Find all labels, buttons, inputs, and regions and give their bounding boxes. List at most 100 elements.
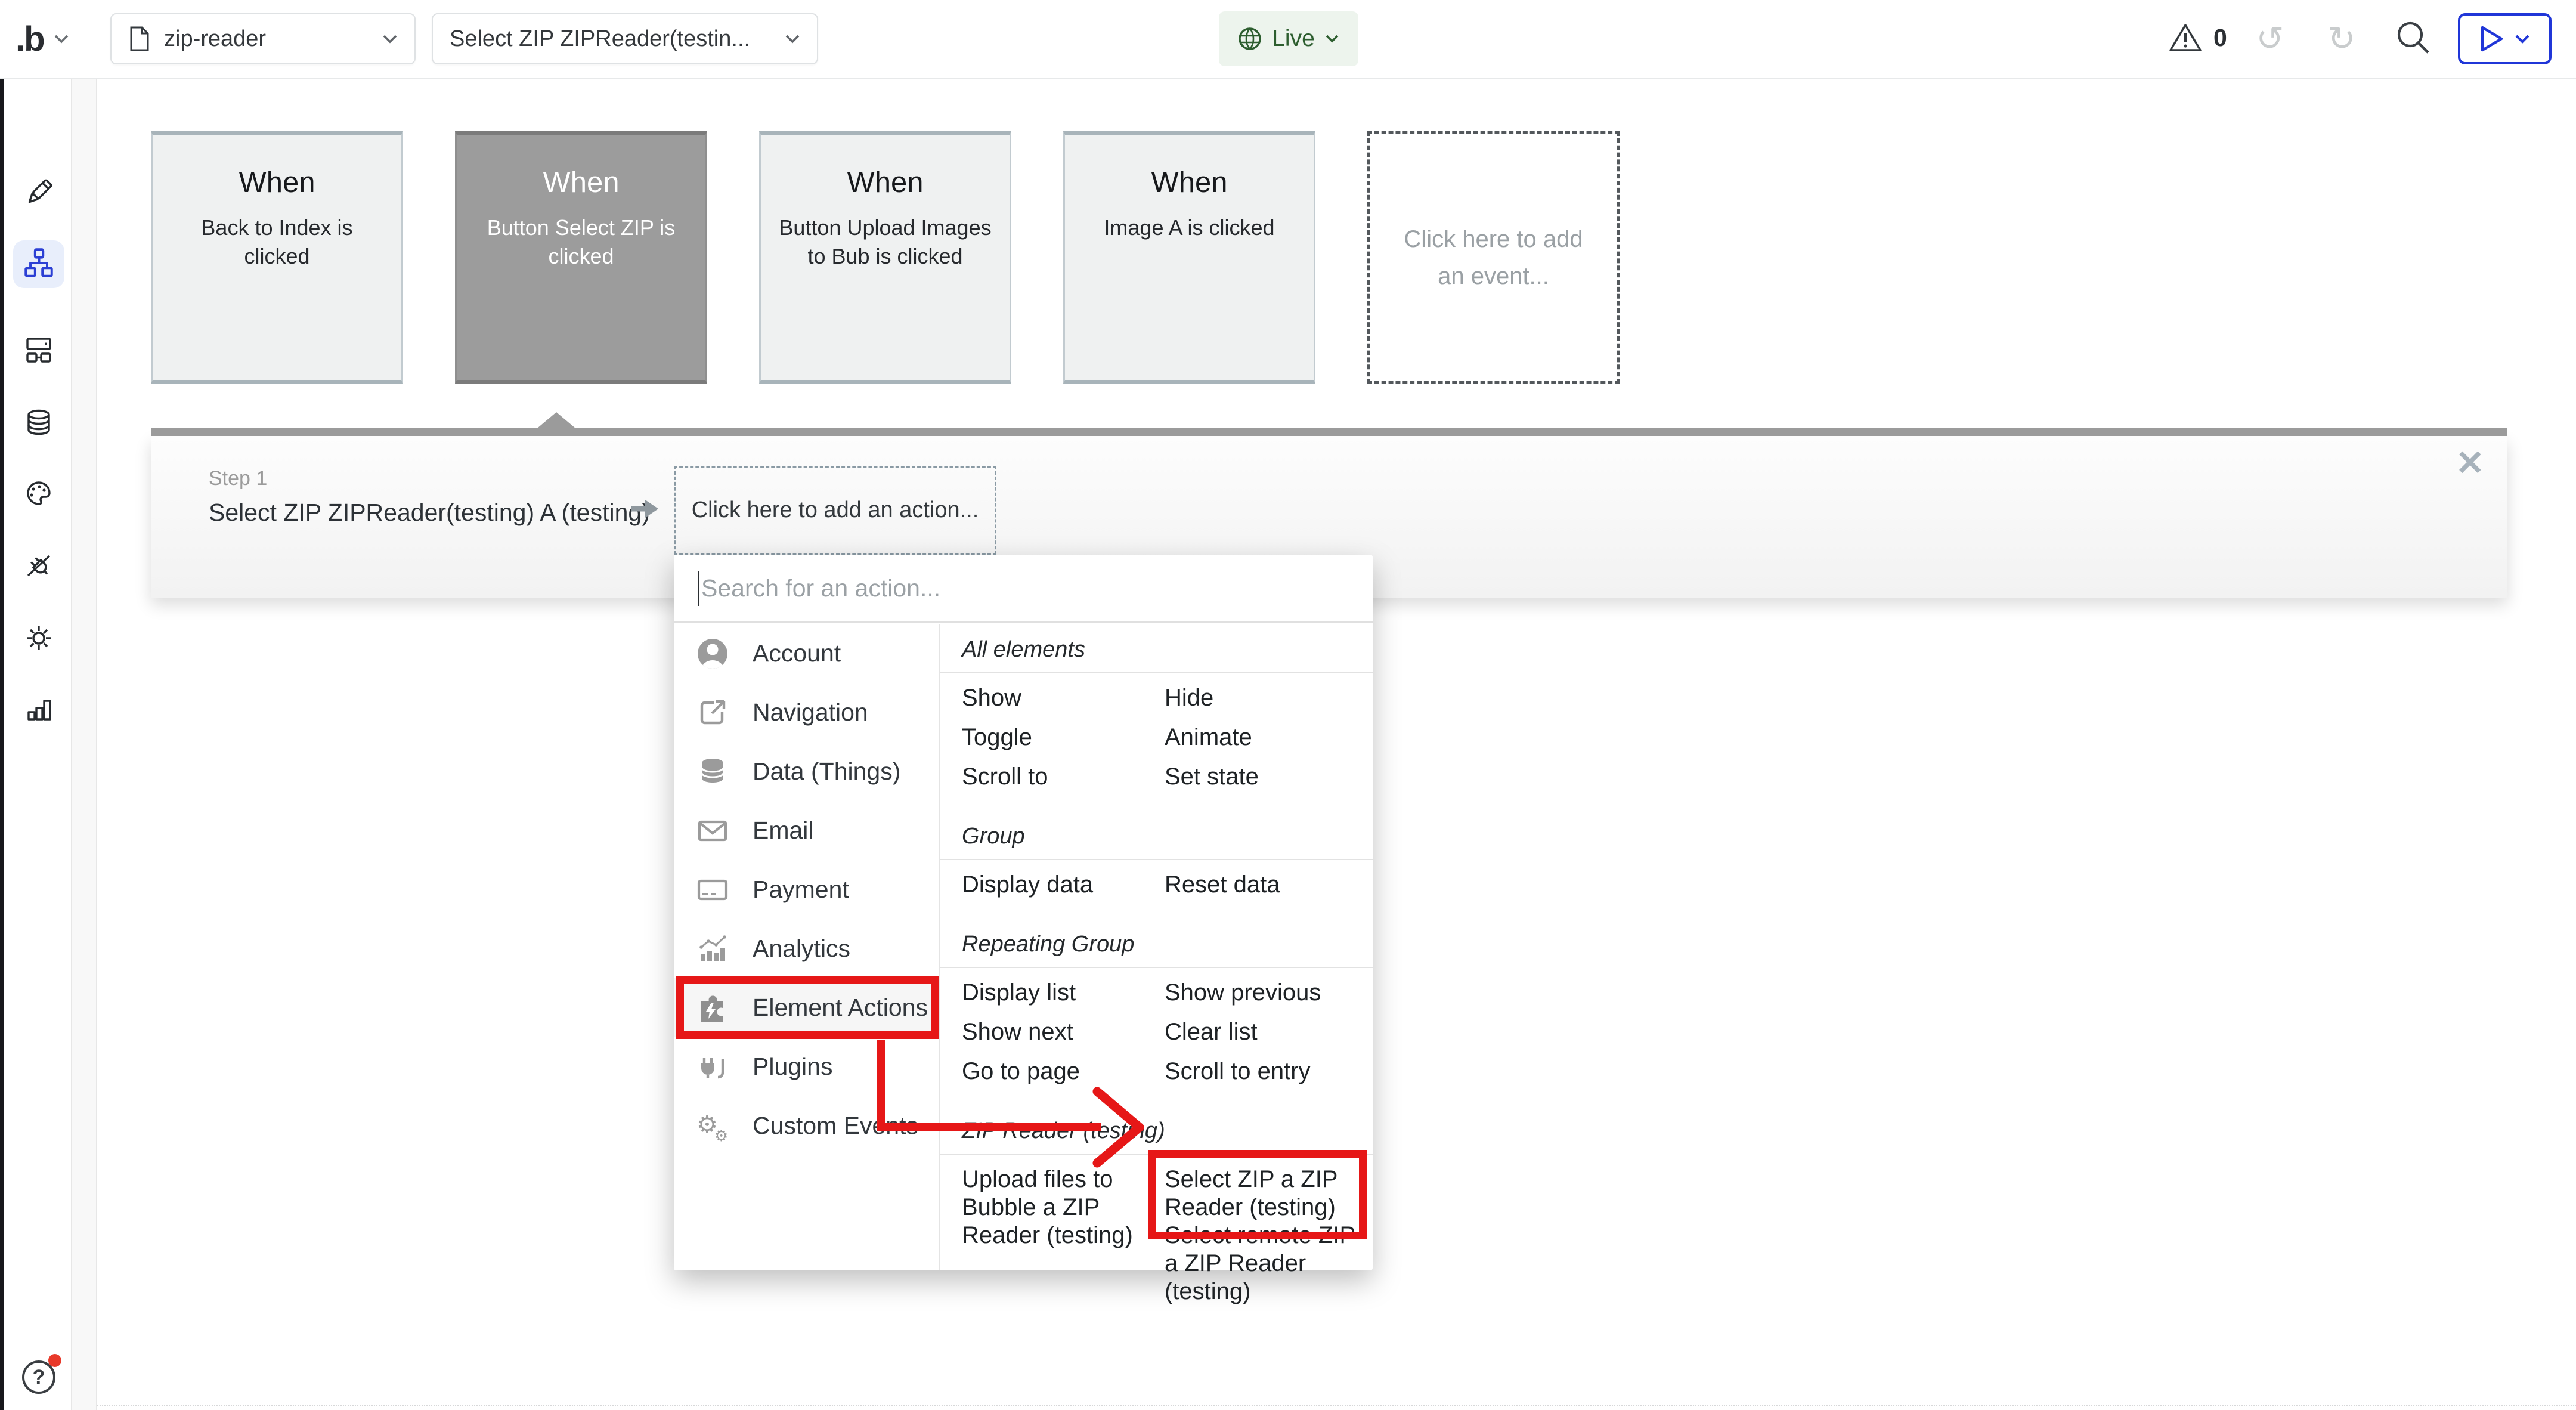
action-item[interactable]: Go to page: [962, 1052, 1165, 1091]
event-subtitle: Image A is clicked: [1065, 214, 1314, 242]
page-selector-value: zip-reader: [164, 26, 369, 52]
search-icon: [2394, 18, 2433, 57]
action-item[interactable]: Animate: [1165, 718, 1373, 757]
collapsed-panel-strip: [71, 78, 97, 1410]
category-label: Email: [753, 817, 814, 845]
workflow-selector-value: Select ZIP ZIPReader(testin...: [450, 26, 772, 52]
category-element-actions[interactable]: Element Actions: [674, 978, 939, 1037]
category-label: Payment: [753, 876, 849, 904]
event-card[interactable]: When Image A is clicked: [1063, 131, 1315, 384]
action-item-select-remote-zip[interactable]: Select remote ZIP a ZIP Reader (testing): [1165, 1222, 1361, 1306]
action-list: All elements Show Hide Toggle Animate Sc…: [940, 624, 1373, 1309]
close-panel-button[interactable]: ✕: [2456, 443, 2485, 483]
event-card[interactable]: When Back to Index is clicked: [151, 131, 403, 384]
action-item[interactable]: Display list: [962, 973, 1165, 1012]
chevron-down-icon: [382, 34, 398, 44]
category-account[interactable]: Account: [674, 624, 939, 683]
app-menu-button[interactable]: .b: [16, 13, 69, 64]
category-navigation[interactable]: Navigation: [674, 683, 939, 742]
category-label: Plugins: [753, 1053, 832, 1081]
user-icon: [695, 636, 730, 671]
category-plugins[interactable]: Plugins: [674, 1037, 939, 1096]
event-subtitle: Back to Index is clicked: [153, 214, 401, 271]
pencil-icon: [22, 176, 55, 209]
sidebar-item-responsive[interactable]: [18, 329, 60, 371]
issues-indicator[interactable]: 0: [2168, 21, 2227, 54]
sidebar-item-data[interactable]: [18, 402, 60, 444]
action-item[interactable]: Scroll to entry: [1165, 1052, 1373, 1091]
sidebar-item-plugins[interactable]: [18, 545, 60, 586]
sidebar-item-styles[interactable]: [18, 472, 60, 514]
event-title: When: [457, 166, 705, 199]
action-item[interactable]: Hide: [1165, 678, 1373, 718]
action-item[interactable]: Display data: [962, 865, 1165, 904]
category-payment[interactable]: Payment: [674, 860, 939, 919]
panel-scrollbar[interactable]: [151, 428, 2507, 436]
action-item-select-zip[interactable]: Select ZIP a ZIP Reader (testing): [1165, 1165, 1346, 1222]
category-label: Analytics: [753, 935, 850, 963]
step-title[interactable]: Select ZIP ZIPReader(testing) A (testing…: [209, 499, 650, 527]
puzzle-icon: [695, 991, 730, 1025]
undo-icon: ↺: [2256, 19, 2284, 58]
event-card[interactable]: When Button Upload Images to Bub is clic…: [759, 131, 1011, 384]
event-subtitle: Button Select ZIP is clicked: [457, 214, 705, 271]
redo-button[interactable]: ↻: [2321, 13, 2363, 64]
add-action-label: Click here to add an action...: [692, 497, 979, 523]
bubble-logo: .b: [16, 19, 44, 59]
sidebar-item-workflow[interactable]: [18, 242, 60, 284]
environment-selector[interactable]: Live: [1219, 11, 1358, 66]
issues-count: 0: [2213, 24, 2227, 52]
svg-text:⚙: ⚙: [714, 1127, 728, 1142]
category-analytics[interactable]: Analytics: [674, 919, 939, 978]
action-item[interactable]: Toggle: [962, 718, 1165, 757]
category-label: Account: [753, 639, 841, 667]
responsive-icon: [22, 333, 55, 367]
database-icon: [695, 755, 730, 789]
bottom-edge: [33, 1405, 2576, 1406]
action-item[interactable]: Show: [962, 678, 1165, 718]
action-search-input[interactable]: [674, 555, 1373, 623]
sidebar-item-logs[interactable]: [18, 688, 60, 729]
action-item[interactable]: Set state: [1165, 757, 1373, 796]
chevron-down-icon: [54, 34, 69, 44]
workflow-selector-dropdown[interactable]: Select ZIP ZIPReader(testin...: [432, 13, 818, 64]
preview-run-button[interactable]: [2458, 13, 2552, 64]
envelope-icon: [695, 814, 730, 848]
mode-sidebar: ?: [4, 78, 71, 1410]
credit-card-icon: [695, 873, 730, 907]
chevron-down-icon: [1324, 34, 1340, 44]
workflow-icon: [21, 246, 56, 280]
category-custom-events[interactable]: ⚙ ⚙ Custom Events: [674, 1096, 939, 1155]
plug-icon: [695, 1050, 730, 1084]
window-edge: [0, 78, 4, 1410]
chart-icon: [22, 692, 55, 725]
search-button[interactable]: [2394, 18, 2433, 57]
redo-icon: ↻: [2328, 19, 2356, 58]
plug-icon: [22, 549, 55, 582]
category-label: Element Actions: [753, 994, 928, 1022]
add-action-box[interactable]: Click here to add an action...: [674, 466, 996, 555]
category-email[interactable]: Email: [674, 801, 939, 860]
undo-button[interactable]: ↺: [2249, 13, 2291, 64]
action-item[interactable]: Scroll to: [962, 757, 1165, 796]
chevron-down-icon: [2515, 34, 2530, 44]
share-icon: [695, 695, 730, 730]
action-item[interactable]: Clear list: [1165, 1012, 1373, 1052]
action-item[interactable]: Reset data: [1165, 865, 1373, 904]
category-data[interactable]: Data (Things): [674, 742, 939, 801]
sidebar-item-design[interactable]: [18, 172, 60, 214]
category-label: Navigation: [753, 698, 868, 726]
action-item-upload-files[interactable]: Upload files to Bubble a ZIP Reader (tes…: [962, 1165, 1141, 1306]
chevron-down-icon: [785, 34, 800, 44]
top-bar: .b zip-reader Select ZIP ZIPReader(testi…: [0, 0, 2576, 79]
sidebar-item-settings[interactable]: [18, 617, 60, 659]
page-icon: [128, 26, 151, 52]
action-item[interactable]: Show previous: [1165, 973, 1373, 1012]
section-header: Repeating Group: [940, 923, 1373, 967]
event-card-selected[interactable]: When Button Select ZIP is clicked: [455, 131, 707, 384]
action-item[interactable]: Show next: [962, 1012, 1165, 1052]
section-header: Group: [940, 815, 1373, 859]
page-selector-dropdown[interactable]: zip-reader: [110, 13, 416, 64]
play-icon: [2480, 26, 2504, 52]
add-event-box[interactable]: Click here to add an event...: [1367, 131, 1620, 384]
